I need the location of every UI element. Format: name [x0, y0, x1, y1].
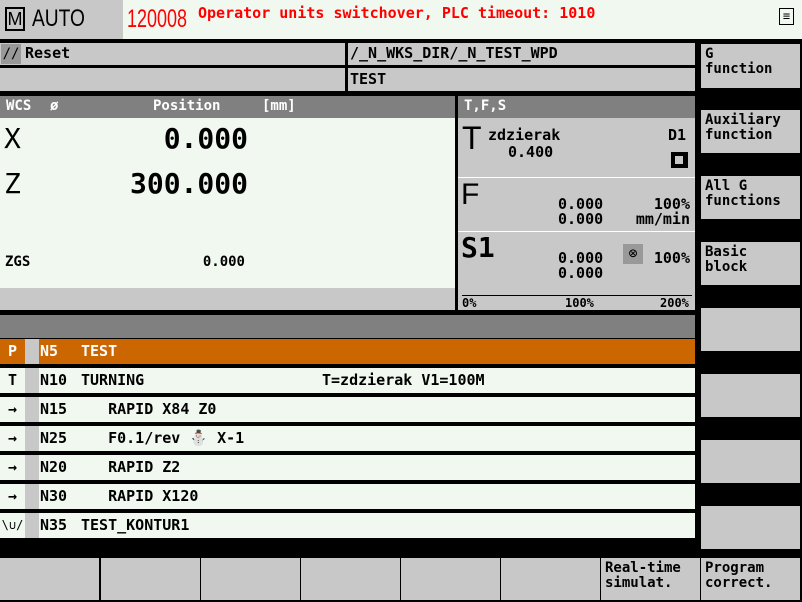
diameter-symbol: ø: [50, 98, 59, 114]
program-row[interactable]: → N15 RAPID X84 Z0: [0, 397, 695, 422]
arrow-icon: →: [7, 429, 18, 447]
block-text: TEST_KONTUR1: [81, 516, 190, 534]
status-empty: [0, 68, 345, 91]
wcs-title: WCS: [6, 98, 32, 114]
unit-label: [mm]: [262, 98, 296, 114]
arrow-icon: →: [7, 487, 18, 505]
scale-100: 100%: [565, 296, 594, 310]
hsk-3[interactable]: [201, 558, 300, 600]
row-prefix: T: [7, 371, 18, 389]
program-row[interactable]: \∪/ N35 TEST_KONTUR1: [0, 513, 695, 538]
block-text: TEST: [81, 342, 118, 360]
program-path: /_N_WKS_DIR/_N_TEST_WPD: [348, 43, 695, 65]
program-row[interactable]: → N30 RAPID X120: [0, 484, 695, 509]
block-number: N20: [40, 458, 68, 476]
f-value2: 0.000: [558, 210, 604, 228]
s-label: S1: [461, 231, 495, 264]
spindle-stop-icon: ⊗: [623, 244, 643, 264]
alarm-line[interactable]: 120008 Operator units switchover, PLC ti…: [123, 0, 802, 39]
zgs-value: 0.000: [202, 254, 245, 270]
axis-z-value: 300.000: [129, 167, 248, 200]
tool-d: D1: [668, 126, 687, 144]
hsk-2[interactable]: [101, 558, 200, 600]
block-number: N15: [40, 400, 68, 418]
menu-icon[interactable]: ≡: [779, 8, 794, 25]
program-row[interactable]: → N25 F0.1/rev ⛄ X-1: [0, 426, 695, 451]
block-text: TURNING: [81, 371, 145, 389]
reset-slash-icon: //: [1, 44, 21, 64]
mode-label: AUTO: [32, 5, 85, 32]
block-number: N10: [40, 371, 68, 389]
softkey-real-time-simulation[interactable]: Real-time simulat.: [601, 558, 700, 600]
alarm-number: 120008: [127, 5, 188, 33]
block-number: N25: [40, 429, 68, 447]
t-label: T: [462, 120, 482, 156]
hsk-1[interactable]: [0, 558, 99, 600]
tfs-panel: T,F,S T zdzierak 0.400 D1 F 0.000 0.000 …: [458, 96, 695, 310]
axis-x-value: 0.000: [163, 122, 248, 155]
wcs-footer: [0, 288, 455, 310]
block-number: N5: [40, 342, 59, 360]
s-override: 100%: [653, 249, 690, 267]
program-row[interactable]: → N20 RAPID Z2: [0, 455, 695, 480]
softkey-6[interactable]: [701, 374, 800, 417]
zgs-label: ZGS: [5, 254, 31, 270]
hsk-6[interactable]: [501, 558, 600, 600]
softkey-8[interactable]: [701, 506, 800, 549]
program-name: TEST: [348, 68, 695, 91]
contour-icon: \∪/: [1, 518, 24, 532]
block-number: N30: [40, 487, 68, 505]
tool-value: 0.400: [508, 143, 554, 161]
block-comment: T=zdzierak V1=100M: [322, 371, 485, 389]
block-text: RAPID X120: [81, 487, 199, 505]
block-number: N35: [40, 516, 68, 534]
tool-icon: [671, 152, 688, 168]
axis-z-name: Z: [4, 167, 21, 200]
machine-mode-icon: M: [5, 7, 25, 31]
alarm-text: Operator units switchover, PLC timeout: …: [198, 4, 596, 22]
softkey-g-function[interactable]: G function: [701, 44, 800, 88]
program-row[interactable]: T N10 TURNING T=zdzierak V1=100M: [0, 368, 695, 393]
hsk-4[interactable]: [301, 558, 400, 600]
softkey-5[interactable]: [701, 308, 800, 351]
position-label: Position: [153, 98, 221, 114]
scale-200: 200%: [660, 296, 689, 310]
mode-area: M AUTO: [0, 0, 123, 39]
block-text: RAPID X84 Z0: [81, 400, 217, 418]
block-text: RAPID Z2: [81, 458, 181, 476]
program-row-active[interactable]: P N5 TEST: [0, 339, 695, 364]
wcs-panel: WCS ø Position [mm] X 0.000 Z 300.000 ZG…: [0, 96, 455, 310]
softkey-auxiliary-function[interactable]: Auxiliary function: [701, 110, 800, 153]
row-prefix: P: [7, 342, 18, 360]
program-header: [0, 315, 695, 338]
softkey-program-correct[interactable]: Program correct.: [701, 558, 800, 600]
tool-name: zdzierak: [488, 126, 561, 144]
arrow-icon: →: [7, 400, 18, 418]
hsk-5[interactable]: [401, 558, 500, 600]
f-unit: mm/min: [635, 210, 690, 228]
channel-state: Reset: [25, 44, 71, 62]
arrow-icon: →: [7, 458, 18, 476]
softkey-7[interactable]: [701, 440, 800, 483]
softkey-all-g-functions[interactable]: All G functions: [701, 176, 800, 219]
tfs-title: T,F,S: [458, 96, 695, 118]
s-value2: 0.000: [558, 264, 604, 282]
channel-status: // Reset: [0, 43, 345, 65]
scale-0: 0%: [462, 296, 477, 310]
axis-x-name: X: [4, 122, 21, 155]
block-text: F0.1/rev ⛄ X-1: [81, 429, 245, 447]
f-label: F: [461, 178, 480, 211]
softkey-basic-block[interactable]: Basic block: [701, 242, 800, 285]
